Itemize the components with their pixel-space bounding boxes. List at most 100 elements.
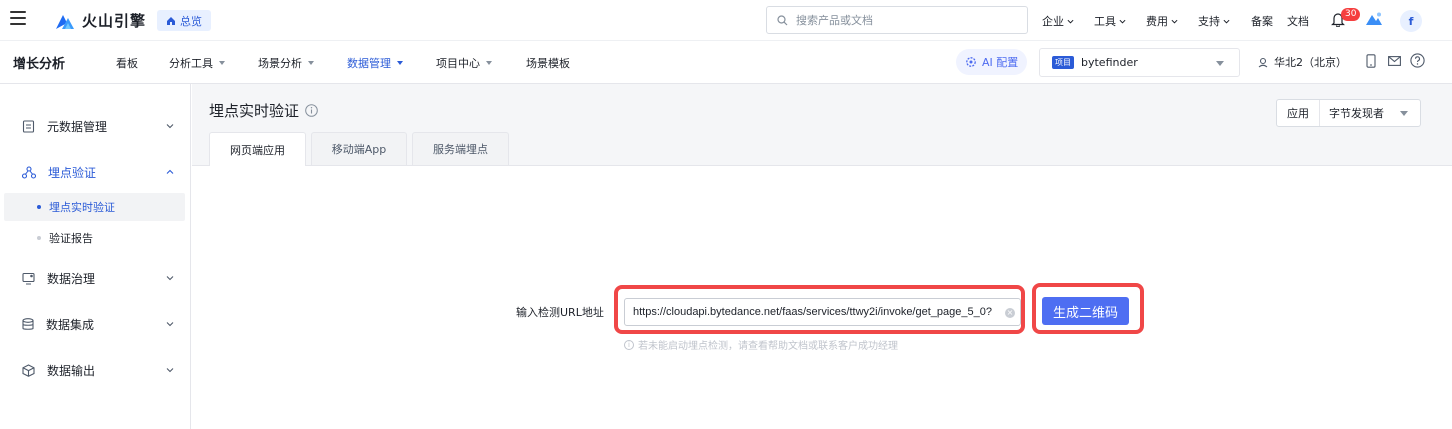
overview-label: 总览 — [180, 14, 202, 28]
caret-down-icon — [486, 61, 492, 65]
help-hint: i 若未能启动埋点检测，请查看帮助文档或联系客户成功经理 — [624, 337, 898, 352]
chevron-down-icon — [1119, 19, 1126, 24]
caret-down-icon — [219, 61, 225, 65]
database-icon — [22, 317, 34, 330]
top-bar: 火山引擎 总览 企业 工具 费用 支持 备案 文档 30 f — [0, 0, 1452, 41]
chevron-down-icon — [1171, 19, 1178, 24]
location-icon — [1258, 57, 1268, 67]
chevron-down-icon — [1223, 19, 1230, 24]
sidebar-item-label: 元数据管理 — [47, 119, 108, 134]
sidebar-subitem-validation-report[interactable]: 验证报告 — [4, 224, 185, 252]
tab-web-app[interactable]: 网页端应用 — [209, 132, 306, 166]
chevron-down-icon — [166, 322, 174, 327]
sidebar-item-data-output[interactable]: 数据输出 — [0, 355, 191, 385]
info-icon: i — [624, 339, 634, 350]
mobile-icon[interactable] — [1366, 54, 1376, 68]
content-header: 埋点实时验证 应用 字节发现者 网页端应用 移动端App 服务端埋点 — [192, 84, 1452, 166]
tab-mobile-app[interactable]: 移动端App — [311, 132, 407, 165]
caret-down-icon — [1216, 61, 1224, 66]
url-highlight-box — [614, 285, 1025, 334]
menu-support[interactable]: 支持 — [1198, 13, 1230, 29]
nav-project-center-label: 项目中心 — [436, 57, 480, 70]
page-title: 埋点实时验证 — [209, 100, 318, 121]
search-box[interactable] — [766, 6, 1028, 34]
cluster-icon — [22, 165, 36, 179]
sidebar-item-label: 数据集成 — [46, 317, 95, 332]
sidebar-item-data-governance[interactable]: 数据治理 — [0, 263, 191, 293]
search-input[interactable] — [796, 13, 996, 27]
bullet-dot — [37, 205, 41, 209]
chevron-down-icon — [1067, 19, 1074, 24]
sidebar-item-metadata[interactable]: 元数据管理 — [0, 111, 191, 141]
project-name: bytefinder — [1081, 56, 1138, 69]
link-filing[interactable]: 备案 — [1251, 13, 1273, 29]
sidebar-subitem-label: 埋点实时验证 — [49, 201, 115, 214]
sidebar-item-label: 数据输出 — [47, 363, 96, 378]
chevron-up-icon — [166, 169, 174, 174]
sidebar-item-data-integration[interactable]: 数据集成 — [0, 309, 191, 339]
nav-scenario-templates-label: 场景模板 — [526, 57, 570, 70]
region-label: 华北2（北京） — [1274, 56, 1347, 69]
app-select-label: 应用 — [1277, 100, 1320, 126]
product-nav-bar: 增长分析 看板 分析工具 场景分析 数据管理 项目中心 场景模板 AI 配置 项… — [0, 41, 1452, 84]
ai-config-button[interactable]: AI 配置 — [956, 49, 1028, 75]
nav-scenario-analysis[interactable]: 场景分析 — [258, 55, 314, 71]
nav-analysis-tools-label: 分析工具 — [169, 57, 213, 70]
chevron-down-icon — [166, 276, 174, 281]
app-select[interactable]: 应用 字节发现者 — [1276, 99, 1421, 127]
region-selector[interactable]: 华北2（北京） — [1258, 54, 1347, 70]
nav-analysis-tools[interactable]: 分析工具 — [169, 55, 225, 71]
ai-gear-icon — [966, 57, 976, 67]
sidebar-item-tracking-validation[interactable]: 埋点验证 — [0, 157, 191, 187]
caret-down-icon — [1400, 111, 1408, 116]
menu-billing-label: 费用 — [1146, 15, 1168, 28]
menu-billing[interactable]: 费用 — [1146, 13, 1178, 29]
menu-tools-label: 工具 — [1094, 15, 1116, 28]
sidebar: 元数据管理 埋点验证 埋点实时验证 验证报告 数据治理 数据集成 数据输出 — [0, 84, 191, 429]
nav-dashboard[interactable]: 看板 — [116, 55, 138, 71]
home-icon — [167, 16, 175, 25]
product-title: 增长分析 — [13, 57, 66, 72]
chevron-down-icon — [166, 124, 174, 129]
brand-name: 火山引擎 — [82, 12, 147, 30]
menu-tools[interactable]: 工具 — [1094, 13, 1126, 29]
sidebar-subitem-realtime-validation[interactable]: 埋点实时验证 — [4, 193, 185, 221]
ai-config-label: AI 配置 — [982, 56, 1019, 69]
tab-server-tracking[interactable]: 服务端埋点 — [412, 132, 509, 165]
project-select[interactable]: 项目 bytefinder — [1039, 48, 1240, 77]
app-select-value: 字节发现者 — [1329, 107, 1384, 120]
volcano-logo-icon — [56, 14, 74, 29]
mail-icon[interactable] — [1388, 56, 1401, 66]
overview-button[interactable]: 总览 — [157, 10, 211, 31]
nav-project-center[interactable]: 项目中心 — [436, 55, 492, 71]
mountain-icon[interactable] — [1366, 12, 1382, 26]
document-icon — [22, 119, 35, 133]
link-docs[interactable]: 文档 — [1287, 13, 1309, 29]
sidebar-item-label: 埋点验证 — [48, 165, 97, 180]
hamburger-menu-icon[interactable] — [10, 11, 26, 27]
user-avatar[interactable]: f — [1400, 10, 1422, 32]
menu-enterprise-label: 企业 — [1042, 15, 1064, 28]
menu-enterprise[interactable]: 企业 — [1042, 13, 1074, 29]
menu-support-label: 支持 — [1198, 15, 1220, 28]
nav-scenario-analysis-label: 场景分析 — [258, 57, 302, 70]
bullet-dot — [37, 236, 41, 240]
url-field-label: 输入检测URL地址 — [516, 306, 604, 319]
monitor-icon — [22, 272, 35, 284]
help-icon[interactable] — [1410, 53, 1425, 68]
chevron-down-icon — [166, 368, 174, 373]
nav-scenario-templates[interactable]: 场景模板 — [526, 55, 570, 71]
sidebar-subitem-label: 验证报告 — [49, 232, 93, 245]
sidebar-item-label: 数据治理 — [47, 271, 96, 286]
nav-data-management[interactable]: 数据管理 — [347, 55, 403, 71]
project-tag: 项目 — [1052, 56, 1074, 69]
caret-down-icon — [397, 61, 403, 65]
info-icon[interactable] — [305, 104, 318, 117]
brand-logo[interactable]: 火山引擎 — [54, 10, 146, 31]
notification-badge: 30 — [1341, 8, 1361, 21]
nav-dashboard-label: 看板 — [116, 57, 138, 70]
caret-down-icon — [308, 61, 314, 65]
nav-data-management-label: 数据管理 — [347, 57, 391, 70]
page-title-text: 埋点实时验证 — [209, 102, 300, 120]
cube-icon — [22, 363, 35, 377]
